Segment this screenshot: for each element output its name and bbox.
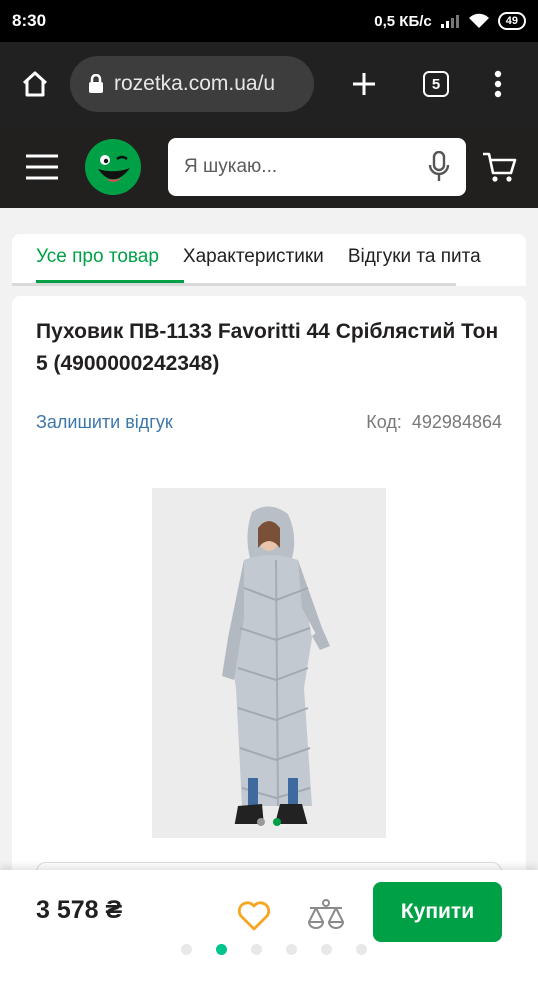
carousel-dot[interactable] [257,818,265,826]
product-tabs: Усе про товар Характеристики Відгуки та … [12,234,526,286]
pager-dot [251,944,262,955]
scales-icon [308,899,344,929]
browser-toolbar: rozetka.com.ua/u 5 [0,42,538,126]
site-header [0,126,538,208]
plus-icon [353,73,375,95]
pager-dot-active [216,944,227,955]
carousel-dot-active[interactable] [273,818,281,826]
lock-icon [89,74,103,93]
battery-indicator: 49 [497,12,526,30]
new-tab-button[interactable] [314,71,414,97]
wishlist-button[interactable] [234,896,274,936]
leave-review-link[interactable]: Залишити відгук [36,412,173,433]
product-card: Пуховик ПВ-1133 Favoritti 44 Сріблястий … [12,296,526,902]
pager-dot [356,944,367,955]
product-image[interactable] [152,488,386,838]
search-box [168,138,466,196]
signal-icon [440,15,459,28]
buy-button[interactable]: Купити [373,882,502,942]
hamburger-icon [26,154,58,180]
status-bar: 8:30 0,5 КБ/с 49 [0,0,538,42]
menu-button[interactable] [0,154,84,180]
heart-icon [237,901,271,931]
bottom-action-bar: 3 578 ₴ Купити [0,870,538,1000]
product-code-value: 492984864 [411,412,502,432]
address-bar[interactable]: rozetka.com.ua/u [70,56,314,112]
cart-button[interactable] [470,151,530,183]
url-text: rozetka.com.ua/u [114,72,276,95]
cart-icon [483,152,517,182]
tab-switcher-button[interactable]: 5 [414,71,458,97]
product-code-label: Код: [366,412,402,432]
more-vertical-icon [494,70,502,98]
tabs-scroll-track [12,283,456,286]
tab-characteristics[interactable]: Характеристики [171,234,336,280]
tab-reviews-questions[interactable]: Відгуки та пита [336,234,493,280]
pager-dot [286,944,297,955]
image-carousel-dots [152,818,386,826]
product-code: Код: 492984864 [366,412,502,433]
coat-model-image [152,488,386,838]
product-price: 3 578 ₴ [36,896,123,924]
product-title: Пуховик ПВ-1133 Favoritti 44 Сріблястий … [36,320,499,375]
rozetka-logo-icon[interactable] [84,138,142,196]
home-icon [22,71,48,97]
microphone-icon[interactable] [428,151,450,183]
active-tab-indicator [36,280,184,283]
tab-count: 5 [423,71,449,97]
wifi-icon [468,13,489,28]
search-input[interactable] [184,156,404,178]
page-indicator-dots [0,944,538,955]
status-time: 8:30 [12,11,47,30]
status-indicators: 0,5 КБ/с 49 [374,12,526,30]
pager-dot [321,944,332,955]
tab-all-about-product[interactable]: Усе про товар [12,234,171,280]
browser-menu-button[interactable] [458,70,538,98]
compare-button[interactable] [304,894,348,938]
home-button[interactable] [0,69,70,99]
network-speed: 0,5 КБ/с [374,12,432,30]
pager-dot [181,944,192,955]
